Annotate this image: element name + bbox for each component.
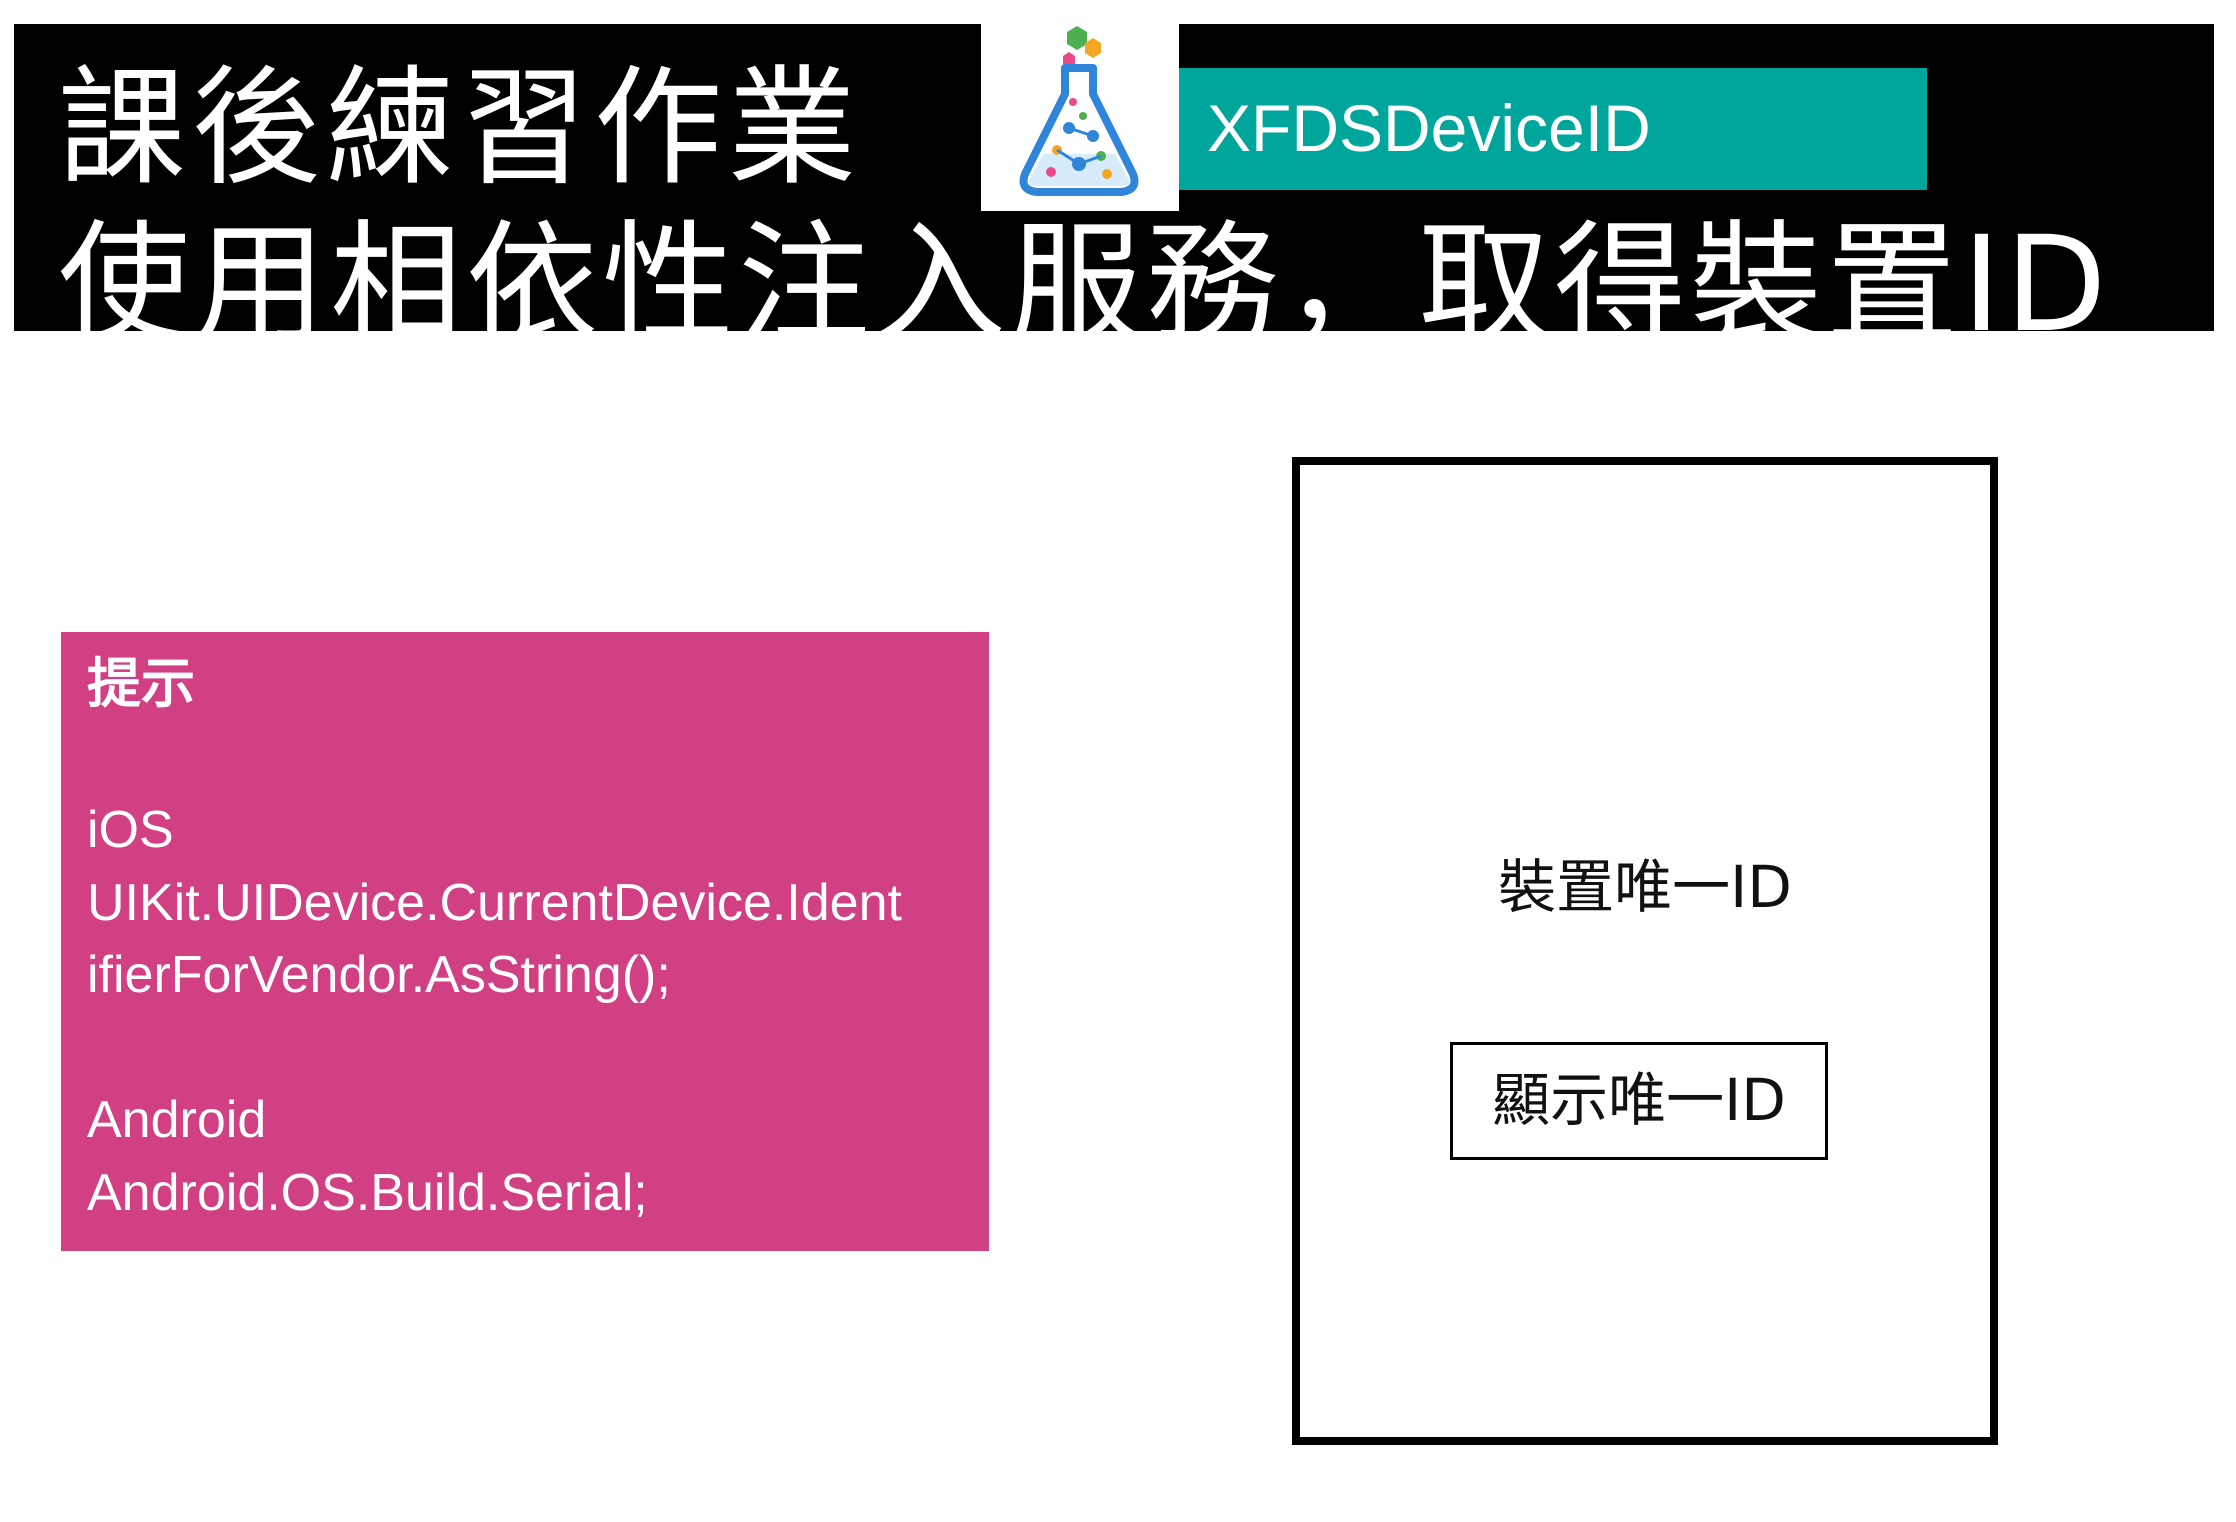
android-code-line: Android.OS.Build.Serial; (87, 1163, 648, 1222)
show-id-button[interactable]: 顯示唯一ID (1450, 1042, 1828, 1160)
project-name: XFDSDeviceID (1207, 91, 1651, 165)
header-bar: 課後練習作業 使用相依性注入服務，取得裝置ID XFDSDeviceID (14, 24, 2214, 360)
hint-title: 提示 (87, 654, 195, 714)
device-id-label: 裝置唯一ID (1498, 853, 1792, 921)
hint-box: 提示 iOS UIKit.UIDevice.CurrentDevice.Iden… (61, 632, 989, 1251)
page-subtitle: 使用相依性注入服務，取得裝置ID (58, 208, 2111, 362)
logo (981, 24, 1179, 211)
android-label: Android (87, 1091, 267, 1149)
project-banner: XFDSDeviceID (1179, 68, 1927, 190)
ios-code-line: UIKit.UIDevice.CurrentDevice.Ident (87, 873, 902, 932)
ios-code-line: ifierForVendor.AsString(); (87, 946, 671, 1004)
phone-mockup: 裝置唯一ID 顯示唯一ID (1292, 457, 1998, 1445)
ios-label: iOS (87, 801, 174, 859)
flask-icon (1019, 26, 1139, 196)
page-title: 課後練習作業 (58, 54, 863, 203)
